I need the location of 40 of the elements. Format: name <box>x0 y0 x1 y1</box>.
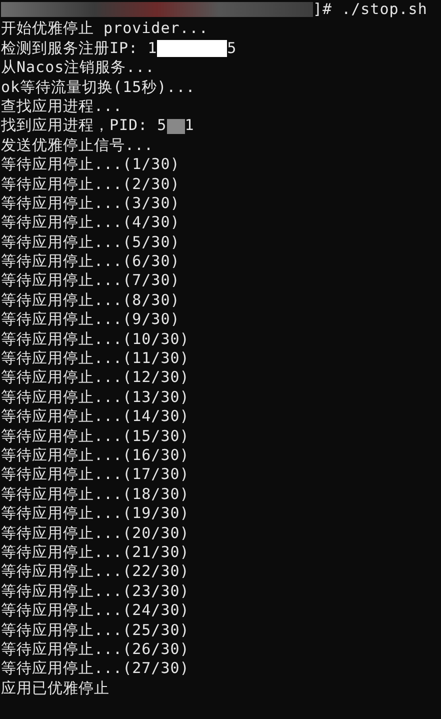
terminal-text: 等待应用停止...(2/30) <box>1 174 180 194</box>
terminal-text: 等待应用停止...(10/30) <box>1 330 190 350</box>
redaction-blur <box>157 40 228 57</box>
terminal-text: 等待应用停止...(27/30) <box>1 659 190 679</box>
terminal-text: 等待应用停止...(16/30) <box>1 446 190 466</box>
terminal-text: 从Nacos注销服务... <box>1 58 155 78</box>
terminal-text: 等待应用停止...(21/30) <box>1 542 190 562</box>
terminal-text: 等待应用停止...(11/30) <box>1 349 190 368</box>
terminal-text: 等待应用停止...(8/30) <box>1 290 180 310</box>
terminal-text: 等待应用停止...(12/30) <box>1 368 190 388</box>
terminal-text: 1 <box>184 116 194 136</box>
terminal-text: 等待应用停止...(3/30) <box>1 194 180 214</box>
terminal-text: 等待应用停止...(5/30) <box>1 232 180 252</box>
terminal-text: 等待应用停止...(25/30) <box>1 620 190 640</box>
terminal-text: 检测到服务注册IP: 1 <box>1 38 158 58</box>
terminal-text: 发送优雅停止信号... <box>1 136 154 156</box>
terminal-text: 等待应用停止...(14/30) <box>1 407 190 427</box>
terminal-text: 等待应用停止...(17/30) <box>1 465 190 485</box>
terminal-text: 等待应用停止...(1/30) <box>1 155 180 175</box>
terminal-text: 等待应用停止...(15/30) <box>1 426 190 446</box>
terminal-text: 等待应用停止...(7/30) <box>1 271 180 291</box>
terminal-text: 5 <box>227 38 237 58</box>
terminal-text: 查找应用进程... <box>1 96 123 116</box>
terminal-text: 等待应用停止...(9/30) <box>1 310 180 330</box>
terminal-text: 等待应用停止...(6/30) <box>1 252 180 272</box>
terminal-text: 等待应用停止...(22/30) <box>1 562 190 582</box>
terminal-text: ]# ./stop.sh <box>313 0 428 20</box>
terminal-text: 等待应用停止...(13/30) <box>1 388 190 408</box>
terminal-text: 等待应用停止...(20/30) <box>1 524 190 543</box>
terminal-text: 等待应用停止...(26/30) <box>1 640 190 660</box>
terminal-text: 等待应用停止...(24/30) <box>1 601 190 621</box>
terminal-text: 等待应用停止...(19/30) <box>1 504 190 524</box>
terminal-text: ok等待流量切换(15秒)... <box>1 78 196 97</box>
redaction-blur <box>166 118 185 134</box>
terminal-text: 找到应用进程，PID: 5 <box>1 116 167 136</box>
terminal-text: 等待应用停止...(23/30) <box>1 582 190 602</box>
terminal-text: 开始优雅停止 provider... <box>1 19 208 39</box>
terminal-text: 应用已优雅停止 <box>1 678 110 698</box>
terminal-text: 等待应用停止...(18/30) <box>1 484 190 504</box>
terminal-text: 等待应用停止...(4/30) <box>1 213 180 233</box>
